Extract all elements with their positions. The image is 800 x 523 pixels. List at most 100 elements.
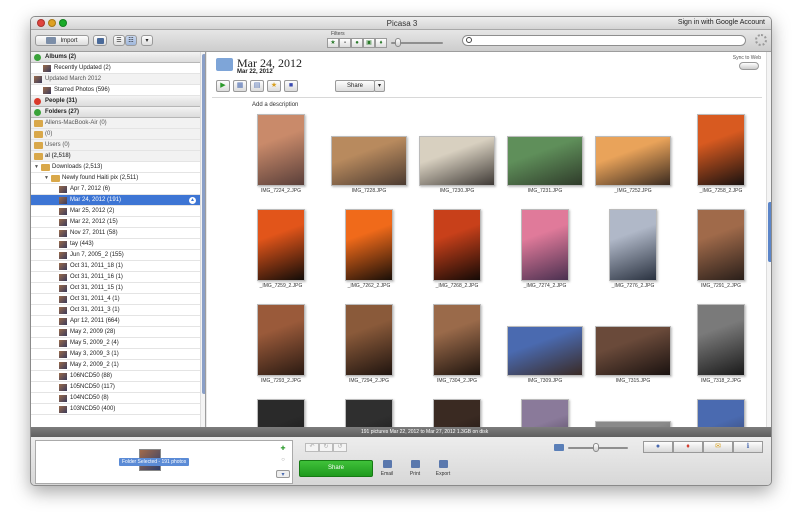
photo-cell[interactable]: _IMG_7268_2.JPG xyxy=(413,207,501,302)
sidebar-scroll-thumb[interactable] xyxy=(202,54,205,394)
photo-thumbnail[interactable] xyxy=(433,399,481,427)
export-button[interactable]: Export xyxy=(430,460,456,477)
sidebar-item[interactable]: Recently Updated (2) xyxy=(31,63,200,74)
filter-geotag-icon[interactable]: ♦ xyxy=(375,38,387,48)
sidebar-item[interactable]: Jun 7, 2005_2 (155) xyxy=(31,250,200,261)
photo-cell[interactable]: _IMG_7258_2.JPG xyxy=(677,112,765,207)
thumbnail-size-knob[interactable] xyxy=(593,443,599,452)
photo-thumbnail[interactable] xyxy=(595,136,671,186)
people-icon[interactable]: ● xyxy=(643,441,673,453)
photo-thumbnail[interactable] xyxy=(697,399,745,427)
undo-icon[interactable]: ↶ xyxy=(305,443,319,452)
filter-slider-knob[interactable] xyxy=(395,38,401,47)
expand-toggle-icon[interactable] xyxy=(34,98,41,105)
photo-cell[interactable]: _IMG_7274_2.JPG xyxy=(501,207,589,302)
sidebar-item[interactable]: Mar 25, 2012 (2) xyxy=(31,206,200,217)
people-view-button[interactable] xyxy=(93,35,107,46)
photo-thumbnail[interactable] xyxy=(507,136,583,186)
sidebar-item[interactable]: Nov 27, 2011 (58) xyxy=(31,228,200,239)
expand-toggle-icon[interactable] xyxy=(34,54,41,61)
view-menu-button[interactable]: ▾ xyxy=(141,35,153,46)
sidebar-item[interactable]: ▼ Downloads (2,513) xyxy=(31,162,200,173)
sidebar-item[interactable]: Users (0) xyxy=(31,140,200,151)
photo-cell[interactable]: IMG_7291_2.JPG xyxy=(677,207,765,302)
sidebar-item[interactable]: Mar 22, 2012 (15) xyxy=(31,217,200,228)
sidebar-item[interactable]: 103NCD50 (400) xyxy=(31,404,200,415)
filter-starred-icon[interactable]: ★ xyxy=(327,38,339,48)
photo-cell[interactable]: IMG_7224_2.JPG xyxy=(237,112,325,207)
photo-cell[interactable]: IMG_7294_2.JPG xyxy=(325,302,413,397)
print-button[interactable]: Print xyxy=(402,460,428,477)
upload-icon[interactable]: ▲ xyxy=(189,197,196,204)
sidebar-item[interactable]: Mar 24, 2012 (191) ▲ xyxy=(31,195,200,206)
photo-thumbnail[interactable] xyxy=(257,304,305,376)
photo-thumbnail[interactable] xyxy=(521,209,569,281)
photo-cell[interactable]: _IMG_7252.JPG xyxy=(589,112,677,207)
sidebar-item[interactable]: al (2,518) xyxy=(31,151,200,162)
photo-cell[interactable] xyxy=(677,397,765,427)
filter-faces-icon[interactable]: ● xyxy=(351,38,363,48)
sidebar-header[interactable]: Folders (27) xyxy=(31,107,200,118)
disclosure-triangle-icon[interactable]: ▼ xyxy=(44,173,49,183)
sidebar-item[interactable]: 105NCD50 (117) xyxy=(31,382,200,393)
photo-cell[interactable]: IMG_7309.JPG xyxy=(501,302,589,397)
redo-icon[interactable]: ↻ xyxy=(319,443,333,452)
expand-toggle-icon[interactable] xyxy=(34,109,41,116)
sidebar-item[interactable]: 104NCD50 (8) xyxy=(31,393,200,404)
disclosure-triangle-icon[interactable]: ▼ xyxy=(34,162,39,172)
photo-thumbnail[interactable] xyxy=(257,114,305,186)
photo-cell[interactable]: _IMG_7262_2.JPG xyxy=(325,207,413,302)
photo-cell[interactable] xyxy=(589,397,677,427)
list-view-button[interactable]: ☰ xyxy=(113,35,125,46)
photo-thumbnail[interactable] xyxy=(257,399,305,427)
slideshow-button[interactable]: ▶ xyxy=(216,80,230,92)
photo-thumbnail[interactable] xyxy=(345,209,393,281)
filter-video-icon[interactable]: ▣ xyxy=(363,38,375,48)
photo-thumbnail[interactable] xyxy=(609,209,657,281)
photo-cell[interactable] xyxy=(237,397,325,427)
sidebar-item[interactable]: Oct 31, 2011_4 (1) xyxy=(31,294,200,305)
photo-thumbnail[interactable] xyxy=(433,209,481,281)
collage-button[interactable]: ▦ xyxy=(233,80,247,92)
star-button[interactable]: ★ xyxy=(267,80,281,92)
photo-thumbnail[interactable] xyxy=(697,209,745,281)
sidebar-item[interactable]: May 3, 2009_3 (1) xyxy=(31,349,200,360)
photo-cell[interactable] xyxy=(501,397,589,427)
sidebar-item[interactable]: Oct 31, 2011_18 (1) xyxy=(31,261,200,272)
photo-thumbnail[interactable] xyxy=(257,209,305,281)
photo-thumbnail[interactable] xyxy=(419,136,495,186)
sidebar-item[interactable]: tay (443) xyxy=(31,239,200,250)
filter-uploaded-icon[interactable]: ▪ xyxy=(339,38,351,48)
photo-thumbnail[interactable] xyxy=(345,399,393,427)
photo-cell[interactable] xyxy=(413,397,501,427)
sidebar-item[interactable]: Oct 31, 2011_15 (1) xyxy=(31,283,200,294)
sidebar-item[interactable]: ▼ Newly found Haiti pix (2,511) xyxy=(31,173,200,184)
album-scrollbar[interactable] xyxy=(766,52,771,427)
add-to-album-icon[interactable]: ▾ xyxy=(276,470,290,478)
photo-cell[interactable]: IMG_7315.JPG xyxy=(589,302,677,397)
sidebar-item[interactable]: 106NCD50 (88) xyxy=(31,371,200,382)
save-button[interactable]: ■ xyxy=(284,80,298,92)
rotate-icon[interactable]: ↺ xyxy=(333,443,347,452)
sign-in-link[interactable]: Sign in with Google Account xyxy=(678,19,765,26)
sidebar-item[interactable]: Allens-MacBook-Air (0) xyxy=(31,118,200,129)
tree-view-button[interactable]: ☷ xyxy=(125,35,137,46)
photo-cell[interactable]: IMG_7231.JPG xyxy=(501,112,589,207)
sidebar-item[interactable]: Starred Photos (596) xyxy=(31,85,200,96)
sidebar-header[interactable]: Albums (2) xyxy=(31,52,200,63)
hold-icon[interactable]: ✚ xyxy=(278,445,288,453)
photo-cell[interactable]: IMG_7230.JPG xyxy=(413,112,501,207)
photo-cell[interactable]: IMG_7228.JPG xyxy=(325,112,413,207)
sidebar-header[interactable]: People (31) xyxy=(31,96,200,107)
add-description-field[interactable]: Add a description xyxy=(252,102,298,108)
share-button[interactable]: Share xyxy=(299,460,373,477)
photo-thumbnail[interactable] xyxy=(697,114,745,186)
sidebar-item[interactable]: Apr 12, 2011 (664) xyxy=(31,316,200,327)
photo-cell[interactable]: IMG_7293_2.JPG xyxy=(237,302,325,397)
sidebar-item[interactable]: May 5, 2009_2 (4) xyxy=(31,338,200,349)
share-album-button[interactable]: Share xyxy=(335,80,375,92)
info-icon[interactable]: ℹ xyxy=(733,441,763,453)
photo-thumbnail[interactable] xyxy=(595,326,671,376)
photo-thumbnail[interactable] xyxy=(331,136,407,186)
email-button[interactable]: Email xyxy=(374,460,400,477)
